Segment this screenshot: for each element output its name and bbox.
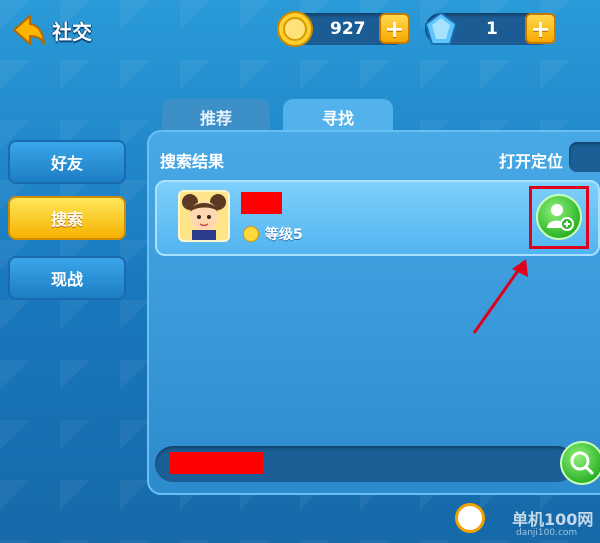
annotation-arrow [472, 259, 528, 334]
coin-icon [277, 11, 313, 47]
search-input-value [170, 452, 263, 474]
coin-count: 927 [330, 19, 366, 39]
search-icon [570, 451, 594, 475]
sidebar-item-friends[interactable]: 好友 [8, 140, 126, 184]
search-button[interactable] [560, 441, 600, 485]
player-name [241, 192, 282, 214]
add-coins-button[interactable]: + [379, 13, 410, 44]
location-label: 打开定位 [499, 152, 564, 171]
add-friend-button[interactable] [536, 194, 582, 240]
watermark-sub: danji100.com [516, 528, 578, 538]
player-level: 等级5 [265, 227, 303, 243]
plus-icon: + [384, 14, 405, 43]
add-friend-icon [547, 204, 574, 231]
page-title: 社交 [52, 20, 92, 44]
level-icon [243, 226, 259, 242]
back-arrow-icon[interactable] [10, 12, 46, 48]
sidebar-item-watch[interactable]: 现战 [8, 256, 126, 300]
watermark-logo [455, 503, 485, 533]
plus-icon: + [530, 14, 551, 43]
gem-icon [424, 11, 458, 45]
gem-count: 1 [486, 19, 498, 39]
avatar [178, 190, 230, 242]
search-results-label: 搜索结果 [160, 152, 225, 171]
add-gems-button[interactable]: + [525, 13, 556, 44]
watermark-text: 单机100网 [512, 510, 594, 529]
sidebar-item-search[interactable]: 搜索 [8, 196, 126, 240]
location-toggle[interactable] [569, 142, 600, 172]
